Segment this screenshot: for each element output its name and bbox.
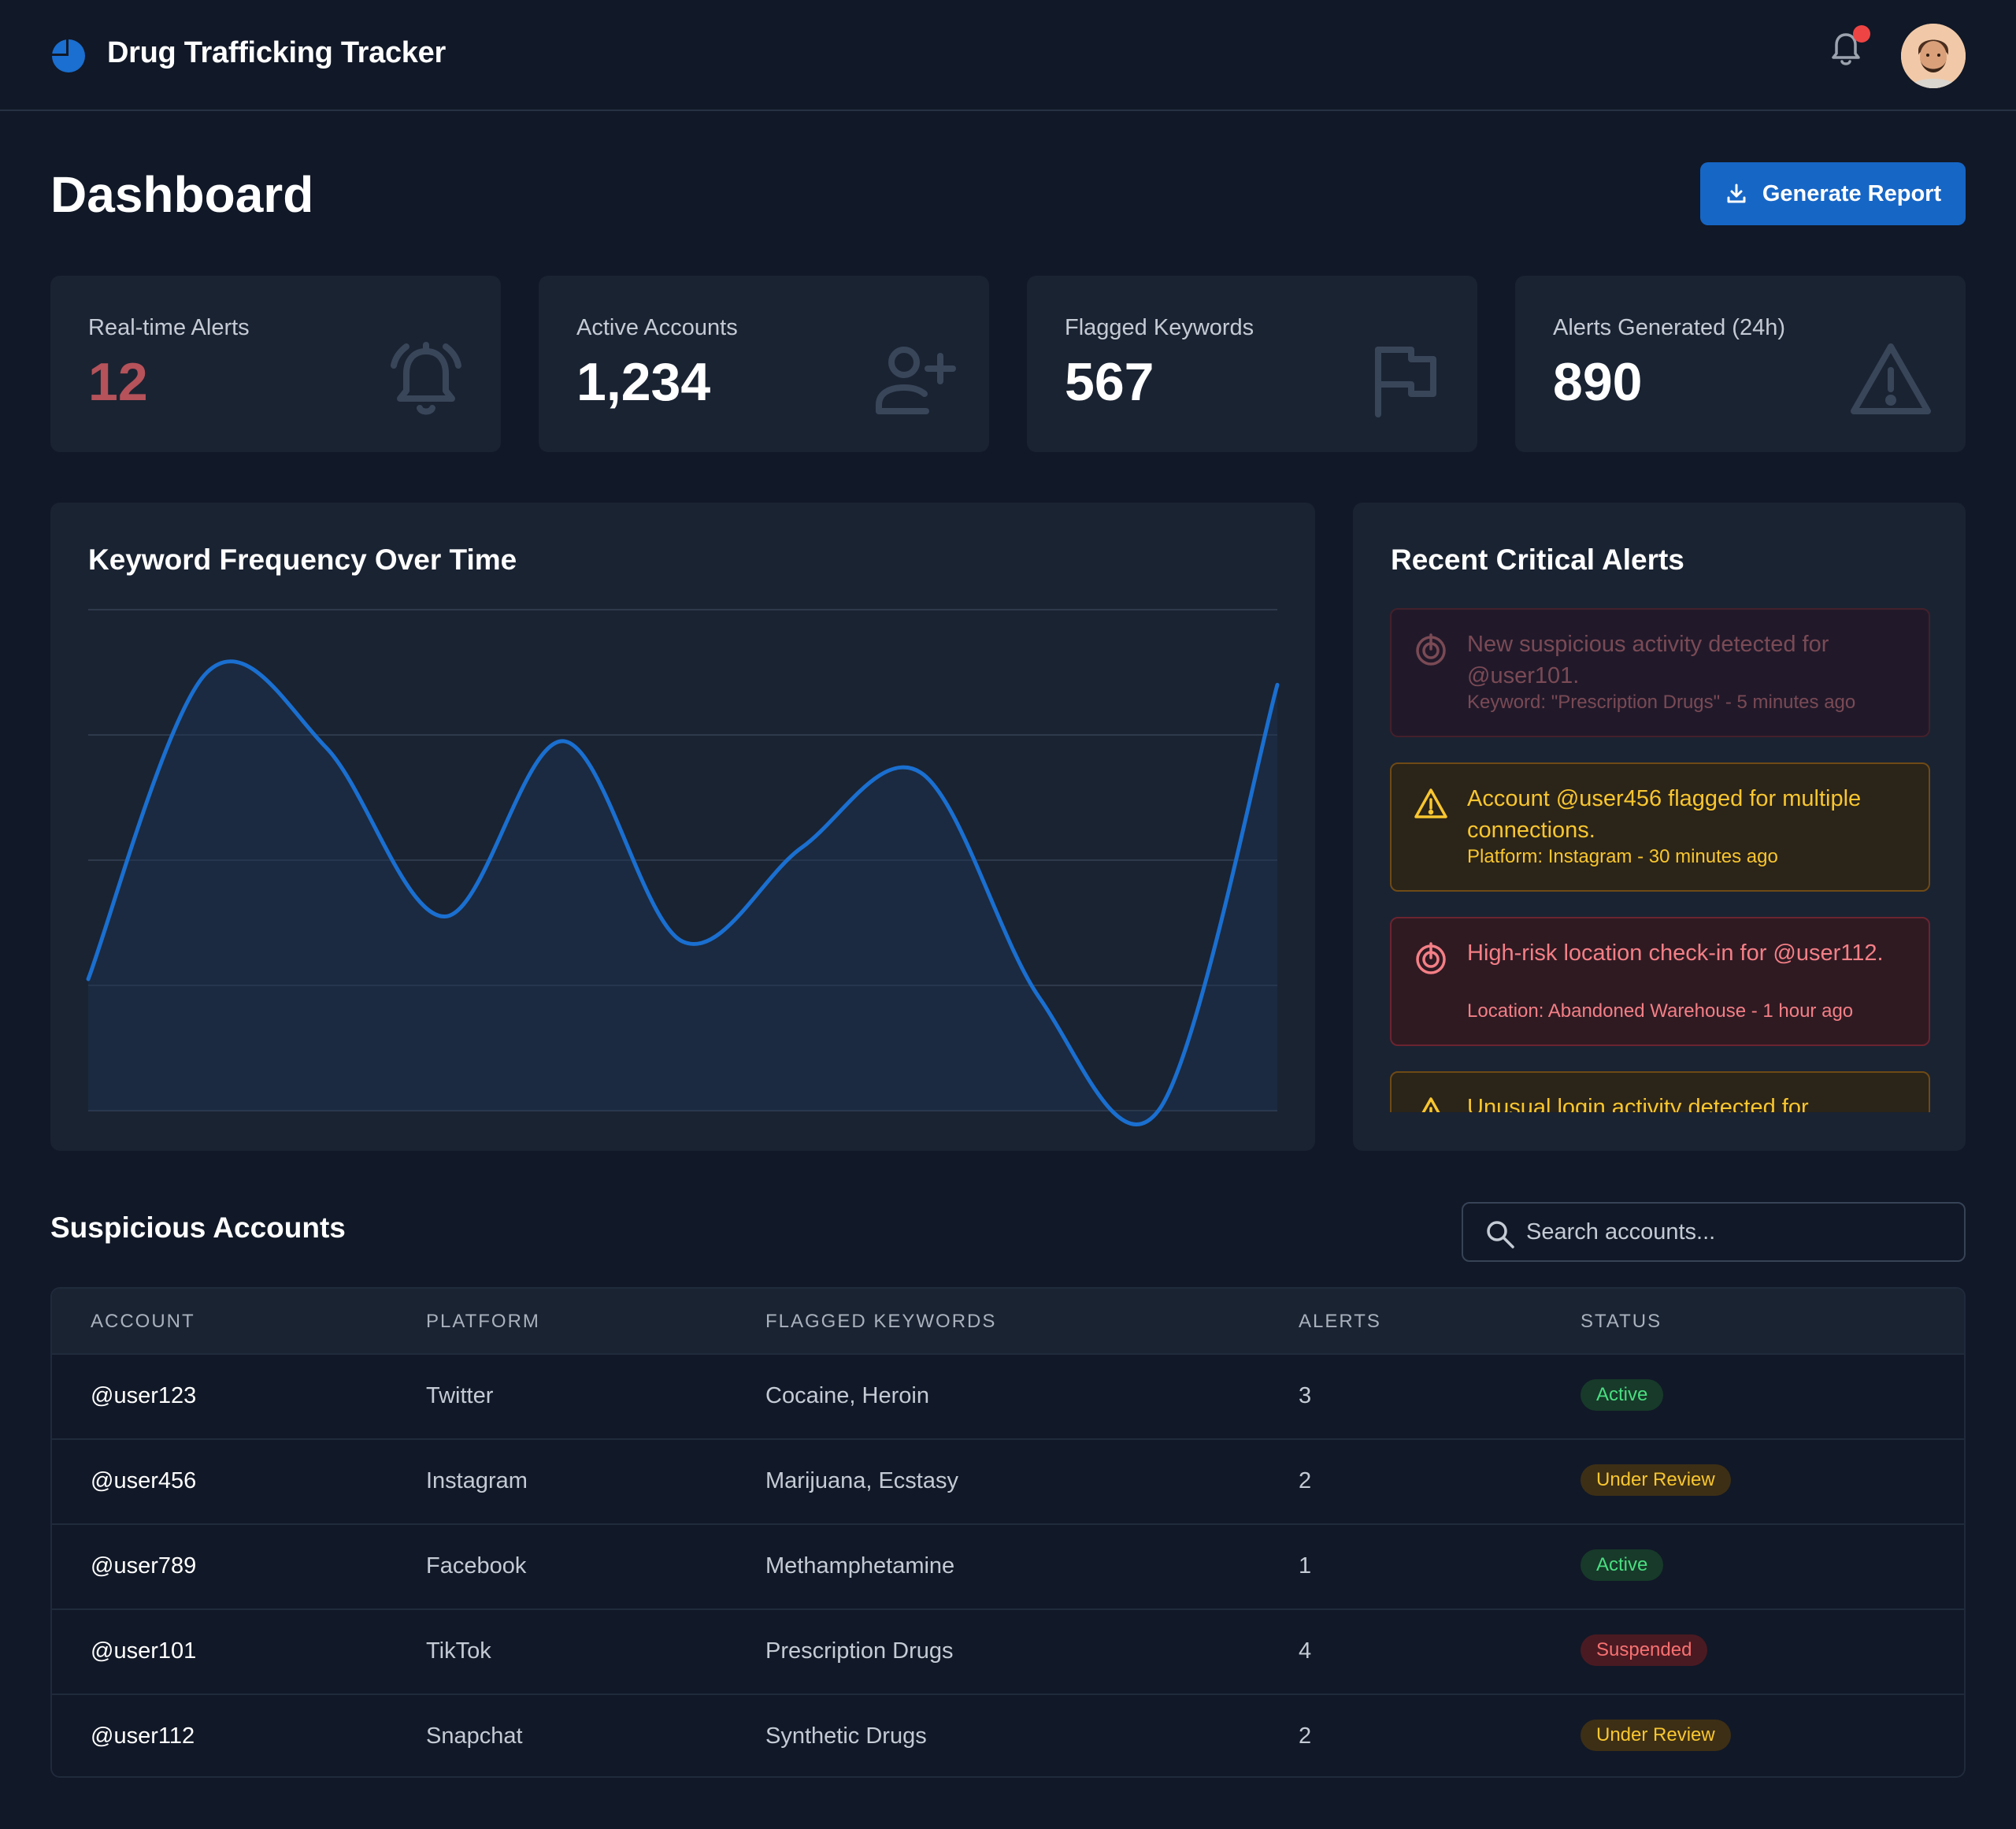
column-header-status[interactable]: STATUS xyxy=(1581,1311,1662,1333)
keyword-frequency-chart-panel: Keyword Frequency Over Time xyxy=(50,503,1315,1151)
generate-report-button[interactable]: Generate Report xyxy=(1700,162,1966,225)
warning-triangle-icon xyxy=(1414,788,1447,818)
column-header-account[interactable]: ACCOUNT xyxy=(91,1311,195,1333)
stat-card-flagged-keywords: Flagged Keywords 567 xyxy=(1027,276,1477,452)
chart-series-area xyxy=(88,661,1277,1125)
platform-cell: Instagram xyxy=(426,1468,528,1493)
flag-icon xyxy=(1375,347,1436,417)
account-cell[interactable]: @user123 xyxy=(91,1383,196,1409)
app-title: Drug Trafficking Tracker xyxy=(107,36,446,69)
alerts-cell: 1 xyxy=(1299,1553,1312,1579)
account-cell[interactable]: @user112 xyxy=(91,1723,195,1749)
alert-message: Account @user456 flagged for multiple co… xyxy=(1467,786,1862,843)
avatar[interactable] xyxy=(1901,24,1966,88)
alert-item[interactable]: Account @user456 flagged for multiple co… xyxy=(1390,762,1930,892)
column-header-flagged-keywords[interactable]: FLAGGED KEYWORDS xyxy=(765,1311,996,1333)
stat-label: Active Accounts xyxy=(576,315,738,340)
alert-meta: Location: Abandoned Warehouse - 1 hour a… xyxy=(1467,1000,1854,1022)
page-title: Dashboard xyxy=(50,166,314,223)
alert-item[interactable]: Unusual login activity detected for xyxy=(1390,1071,1930,1112)
platform-cell: Twitter xyxy=(426,1383,494,1408)
status-badge: Active xyxy=(1581,1379,1664,1411)
recent-critical-alerts-panel: Recent Critical Alerts New suspicious ac… xyxy=(1353,503,1966,1151)
keywords-cell: Cocaine, Heroin xyxy=(765,1383,929,1408)
alerts-panel-title: Recent Critical Alerts xyxy=(1391,544,1684,576)
column-header-platform[interactable]: PLATFORM xyxy=(426,1311,540,1333)
generate-report-label: Generate Report xyxy=(1762,180,1942,206)
stat-label: Alerts Generated (24h) xyxy=(1553,315,1785,340)
status-badge: Suspended xyxy=(1581,1634,1708,1666)
account-cell[interactable]: @user789 xyxy=(91,1553,196,1579)
alert-message: New suspicious activity detected for @us… xyxy=(1467,632,1829,688)
alerts-cell: 4 xyxy=(1299,1638,1312,1664)
stat-value: 12 xyxy=(88,352,148,412)
alert-message: Unusual login activity detected for xyxy=(1467,1095,1809,1112)
alert-item[interactable]: High-risk location check-in for @user112… xyxy=(1390,917,1930,1046)
accounts-section-title: Suspicious Accounts xyxy=(50,1211,346,1244)
alerts-cell: 2 xyxy=(1299,1723,1312,1749)
platform-cell: Facebook xyxy=(426,1553,527,1579)
alert-item[interactable]: New suspicious activity detected for @us… xyxy=(1390,608,1930,737)
stat-label: Flagged Keywords xyxy=(1065,315,1254,340)
keywords-cell: Marijuana, Ecstasy xyxy=(765,1468,958,1493)
target-alert-icon xyxy=(1416,942,1446,974)
top-bar: Drug Trafficking Tracker xyxy=(0,0,2016,111)
table-row[interactable]: @user123 Twitter Cocaine, Heroin 3 Activ… xyxy=(52,1353,1964,1438)
platform-cell: Snapchat xyxy=(426,1723,523,1749)
status-badge: Under Review xyxy=(1581,1464,1731,1496)
status-badge: Active xyxy=(1581,1549,1664,1581)
download-icon xyxy=(1727,184,1746,203)
account-cell[interactable]: @user456 xyxy=(91,1468,196,1494)
search-accounts[interactable] xyxy=(1462,1202,1966,1262)
stat-card-alerts-generated: Alerts Generated (24h) 890 xyxy=(1515,276,1966,452)
logo-icon xyxy=(52,39,85,72)
alert-meta: Platform: Instagram - 30 minutes ago xyxy=(1467,846,1778,867)
table-row[interactable]: @user789 Facebook Methamphetamine 1 Acti… xyxy=(52,1523,1964,1608)
alert-message: High-risk location check-in for @user112… xyxy=(1467,940,1884,966)
stat-value: 1,234 xyxy=(576,352,711,412)
keywords-cell: Methamphetamine xyxy=(765,1553,955,1579)
platform-cell: TikTok xyxy=(426,1638,491,1664)
target-alert-icon xyxy=(1416,633,1446,666)
notification-badge xyxy=(1853,25,1870,43)
search-input[interactable] xyxy=(1526,1204,1944,1260)
stat-card-active-accounts: Active Accounts 1,234 xyxy=(539,276,989,452)
status-badge: Under Review xyxy=(1581,1720,1731,1751)
warning-triangle-icon xyxy=(1421,1097,1440,1112)
stat-label: Real-time Alerts xyxy=(88,315,250,340)
warning-triangle-icon xyxy=(1851,343,1931,414)
keyword-frequency-chart xyxy=(86,609,1280,1126)
alerts-list[interactable]: New suspicious activity detected for @us… xyxy=(1390,608,1930,1112)
alert-meta: Keyword: "Prescription Drugs" - 5 minute… xyxy=(1467,692,1856,713)
bell-ringing-icon xyxy=(391,342,461,415)
alerts-cell: 3 xyxy=(1299,1383,1312,1408)
table-row[interactable]: @user101 TikTok Prescription Drugs 4 Sus… xyxy=(52,1608,1964,1694)
keywords-cell: Prescription Drugs xyxy=(765,1638,954,1664)
account-cell[interactable]: @user101 xyxy=(91,1638,196,1664)
accounts-table: ACCOUNT PLATFORM FLAGGED KEYWORDS ALERTS… xyxy=(50,1287,1966,1778)
table-row[interactable]: @user456 Instagram Marijuana, Ecstasy 2 … xyxy=(52,1438,1964,1523)
column-header-alerts[interactable]: ALERTS xyxy=(1299,1311,1381,1333)
search-icon xyxy=(1487,1221,1514,1248)
keywords-cell: Synthetic Drugs xyxy=(765,1723,927,1749)
table-row[interactable]: @user112 Snapchat Synthetic Drugs 2 Unde… xyxy=(52,1694,1964,1776)
stat-card-realtime-alerts: Real-time Alerts 12 xyxy=(50,276,501,452)
alerts-cell: 2 xyxy=(1299,1468,1312,1493)
stat-value: 567 xyxy=(1065,352,1154,412)
stat-value: 890 xyxy=(1553,352,1643,412)
table-header: ACCOUNT PLATFORM FLAGGED KEYWORDS ALERTS… xyxy=(52,1289,1964,1353)
user-plus-icon xyxy=(876,347,956,414)
